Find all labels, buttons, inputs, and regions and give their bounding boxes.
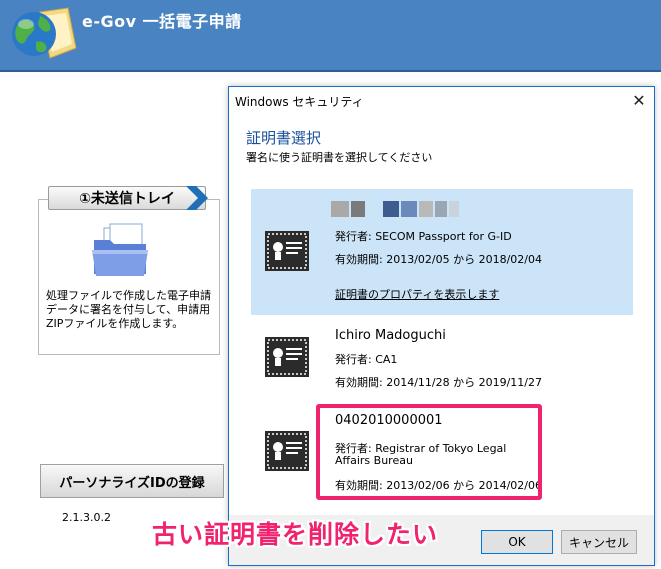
ok-button[interactable]: OK: [481, 530, 553, 554]
certificate-name: Ichiro Madoguchi: [335, 328, 446, 343]
certificate-validity: 有効期間: 2014/11/28 から 2019/11/27: [335, 376, 542, 389]
certificate-icon: [265, 431, 309, 471]
globe-folder-logo-icon: [12, 7, 77, 59]
certificate-issuer: 発行者: CA1: [335, 353, 398, 366]
certificate-item[interactable]: Ichiro Madoguchi 発行者: CA1 有効期間: 2014/11/…: [251, 323, 633, 395]
redacted-block: [449, 201, 459, 217]
tray-arrow-icon: [186, 186, 208, 210]
cancel-button[interactable]: キャンセル: [561, 530, 637, 554]
redacted-block: [435, 201, 447, 217]
certificate-properties-link[interactable]: 証明書のプロパティを表示します: [335, 286, 499, 302]
certificate-issuer: 発行者: SECOM Passport for G-ID: [335, 230, 512, 243]
redacted-block: [383, 201, 399, 217]
certificate-icon: [265, 231, 309, 271]
highlight-box: [316, 404, 542, 500]
redacted-block: [419, 201, 433, 217]
redacted-block: [351, 201, 365, 217]
dialog-title: Windows セキュリティ: [235, 95, 364, 109]
close-icon[interactable]: ✕: [630, 92, 648, 110]
dialog-subheading: 署名に使う証明書を選択してください: [246, 151, 433, 164]
app-title: e-Gov 一括電子申請: [82, 12, 242, 31]
redacted-block: [401, 201, 417, 217]
version-label: 2.1.3.0.2: [62, 511, 111, 524]
certificate-item[interactable]: 発行者: SECOM Passport for G-ID 有効期間: 2013/…: [251, 189, 633, 315]
annotation-caption: 古い証明書を削除したい: [152, 520, 439, 549]
personalize-id-register-button[interactable]: パーソナライズIDの登録: [40, 464, 224, 498]
certificate-icon: [265, 337, 309, 377]
unsent-tray-label[interactable]: ①未送信トレイ: [48, 186, 206, 210]
app-header: e-Gov 一括電子申請: [0, 0, 661, 72]
certificate-validity: 有効期間: 2013/02/05 から 2018/02/04: [335, 253, 542, 266]
redacted-block: [331, 201, 349, 217]
folder-icon: [92, 223, 148, 276]
tray-description: 処理ファイルで作成した電子申請データに署名を付与して、申請用ZIPファイルを作成…: [46, 289, 211, 330]
dialog-titlebar[interactable]: Windows セキュリティ ✕: [229, 87, 654, 115]
dialog-heading: 証明書選択: [246, 129, 322, 147]
